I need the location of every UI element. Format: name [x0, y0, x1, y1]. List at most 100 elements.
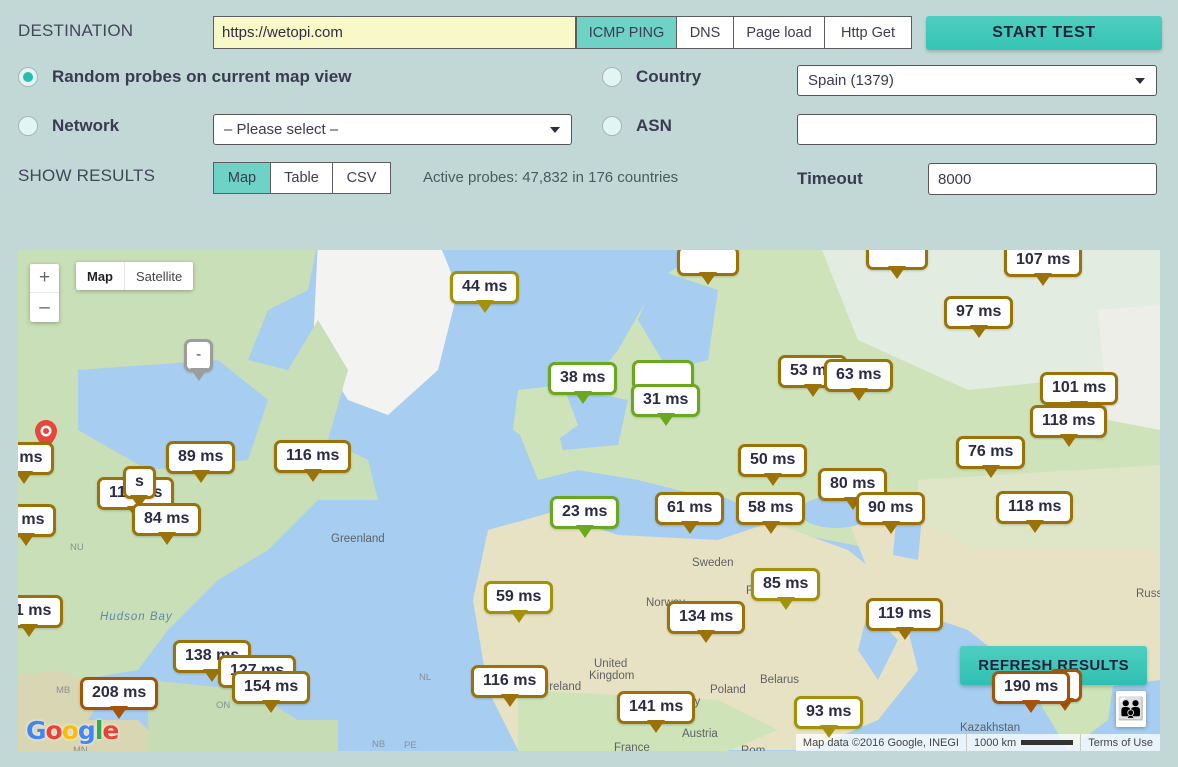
tab-page-load[interactable]: Page load: [734, 16, 825, 49]
latency-marker[interactable]: 23 ms: [550, 496, 620, 529]
control-panel: DESTINATION ICMP PING DNS Page load Http…: [0, 0, 1178, 238]
map-attribution-bar: Map data ©2016 Google, INEGI 1000 km Ter…: [795, 734, 1160, 751]
tab-icmp-ping[interactable]: ICMP PING: [576, 16, 677, 49]
latency-marker[interactable]: 97 ms: [944, 296, 1014, 329]
map-label: Poland: [710, 684, 746, 696]
latency-marker[interactable]: 134 ms: [667, 601, 746, 634]
network-select-value: – Please select –: [224, 121, 339, 138]
source-option-network-label: Network: [52, 116, 120, 135]
map-scale: 1000 km: [966, 734, 1080, 751]
latency-marker[interactable]: 85 ms: [751, 568, 821, 601]
country-select-value: Spain (1379): [808, 72, 894, 89]
map-label: MN: [73, 745, 88, 751]
latency-marker[interactable]: 58 ms: [736, 492, 806, 525]
map-label: United: [594, 658, 628, 670]
source-option-asn[interactable]: ASN: [602, 116, 672, 136]
active-probes-text: Active probes: 47,832 in 176 countries: [423, 169, 679, 186]
map-scale-label: 1000 km: [974, 736, 1017, 749]
terms-of-use-link[interactable]: Terms of Use: [1080, 734, 1160, 751]
latency-marker[interactable]: 61 ms: [655, 492, 725, 525]
latency-marker[interactable]: 190 ms: [992, 671, 1071, 704]
latency-marker[interactable]: 208 ms: [80, 677, 159, 710]
map-label: Hudson Bay: [100, 611, 173, 623]
latency-marker[interactable]: s: [123, 466, 156, 499]
source-option-asn-label: ASN: [636, 116, 672, 135]
latency-marker[interactable]: 63 ms: [824, 359, 894, 392]
latency-marker[interactable]: 89 ms: [166, 441, 236, 474]
map-label: Ireland: [546, 681, 582, 693]
network-select[interactable]: – Please select –: [213, 114, 572, 145]
map-label: Kazakhstan: [960, 722, 1021, 734]
latency-marker[interactable]: 119 ms: [866, 598, 944, 631]
timeout-label: Timeout: [797, 169, 863, 188]
google-logo-o1: o: [45, 716, 63, 745]
latency-marker[interactable]: 21 ms: [18, 595, 64, 628]
latency-marker[interactable]: 50 ms: [738, 444, 808, 477]
google-logo: Google: [26, 716, 119, 745]
destination-input[interactable]: [213, 16, 576, 49]
latency-marker[interactable]: -: [184, 339, 214, 372]
map-type-map[interactable]: Map: [76, 262, 124, 290]
show-results-label: SHOW RESULTS: [18, 166, 156, 185]
results-map[interactable]: GreenlandHudson BayNorthAtlanticOceanGul…: [18, 250, 1160, 751]
tab-http-get[interactable]: Http Get: [825, 16, 912, 49]
latency-marker[interactable]: 84 ms: [132, 503, 202, 536]
chevron-down-icon: [550, 126, 560, 133]
latency-marker[interactable]: 38 ms: [548, 362, 618, 395]
source-option-network[interactable]: Network: [18, 116, 119, 136]
source-option-country-label: Country: [636, 67, 702, 86]
map-scale-bar-icon: [1021, 740, 1074, 745]
latency-marker[interactable]: 107 ms: [1004, 250, 1083, 277]
asn-input[interactable]: [797, 114, 1157, 145]
method-tab-group: ICMP PING DNS Page load Http Get: [576, 16, 912, 49]
show-results-tab-group: Map Table CSV: [213, 162, 391, 194]
latency-marker[interactable]: 101 ms: [1040, 372, 1119, 405]
map-label: Rom: [741, 745, 766, 751]
zoom-in-button[interactable]: +: [30, 264, 59, 293]
zoom-out-button[interactable]: –: [30, 293, 59, 322]
tab-dns[interactable]: DNS: [677, 16, 734, 49]
chevron-down-icon: [1135, 77, 1145, 84]
radio-country-icon[interactable]: [602, 67, 622, 87]
latency-marker[interactable]: 154 ms: [232, 671, 311, 704]
latency-marker[interactable]: [677, 250, 739, 276]
radio-asn-icon[interactable]: [602, 116, 622, 136]
tab-map[interactable]: Map: [213, 162, 271, 194]
map-type-satellite[interactable]: Satellite: [124, 262, 194, 290]
latency-marker[interactable]: 44 ms: [450, 271, 520, 304]
map-label: Belarus: [760, 674, 799, 686]
map-label: Austria: [682, 728, 718, 740]
google-logo-o2: o: [61, 716, 79, 745]
latency-marker[interactable]: [866, 250, 928, 270]
source-option-random[interactable]: Random probes on current map view: [18, 67, 351, 87]
latency-marker[interactable]: 116 ms: [471, 665, 549, 698]
latency-marker[interactable]: 141 ms: [617, 691, 696, 724]
latency-marker[interactable]: 118 ms: [1030, 405, 1108, 438]
latency-marker[interactable]: 116 ms: [274, 440, 352, 473]
latency-marker[interactable]: 31 ms: [631, 384, 701, 417]
latency-marker[interactable]: 90 ms: [856, 492, 926, 525]
source-option-random-label: Random probes on current map view: [52, 67, 352, 86]
start-test-button[interactable]: START TEST: [926, 16, 1162, 50]
map-label: Russia: [1136, 588, 1160, 600]
source-option-country[interactable]: Country: [602, 67, 701, 87]
tab-table[interactable]: Table: [271, 162, 333, 194]
pegman-streetview-icon[interactable]: 👪: [1116, 691, 1146, 727]
latency-marker[interactable]: 76 ms: [956, 436, 1026, 469]
tab-csv[interactable]: CSV: [333, 162, 391, 194]
map-label: NB: [372, 739, 386, 750]
timeout-input[interactable]: [928, 163, 1157, 195]
destination-label: DESTINATION: [18, 21, 134, 40]
radio-random-icon[interactable]: [18, 67, 38, 87]
latency-marker[interactable]: 9 ms: [18, 504, 57, 537]
country-select[interactable]: Spain (1379): [797, 65, 1157, 96]
map-label: MB: [56, 685, 71, 696]
map-label: PE: [404, 740, 417, 751]
latency-marker[interactable]: 6 ms: [18, 442, 55, 475]
latency-marker[interactable]: 118 ms: [996, 491, 1074, 524]
google-logo-e: e: [102, 716, 119, 745]
radio-network-icon[interactable]: [18, 116, 38, 136]
latency-marker[interactable]: 59 ms: [484, 581, 554, 614]
latency-marker[interactable]: 93 ms: [794, 696, 864, 729]
map-label: Sweden: [692, 557, 734, 569]
